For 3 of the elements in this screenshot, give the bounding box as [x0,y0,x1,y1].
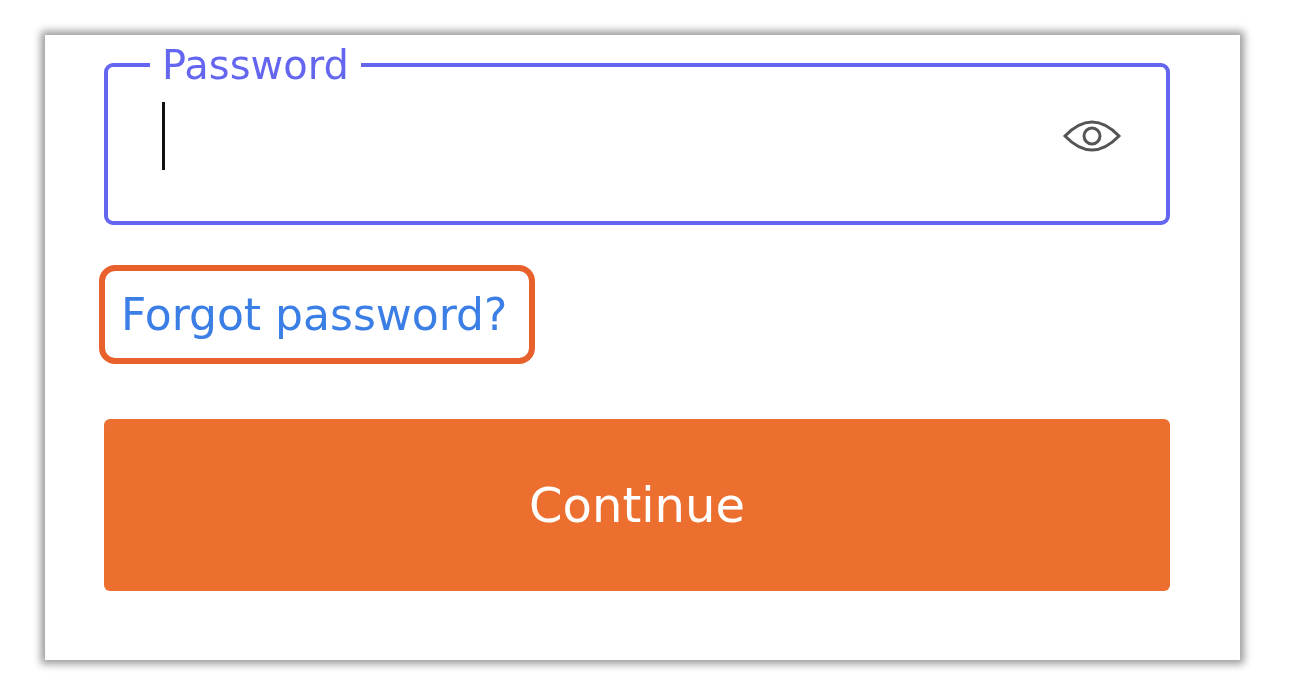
text-cursor [162,102,165,170]
forgot-password-link[interactable]: Forgot password? [99,265,536,364]
continue-button[interactable]: Continue [104,419,1170,591]
